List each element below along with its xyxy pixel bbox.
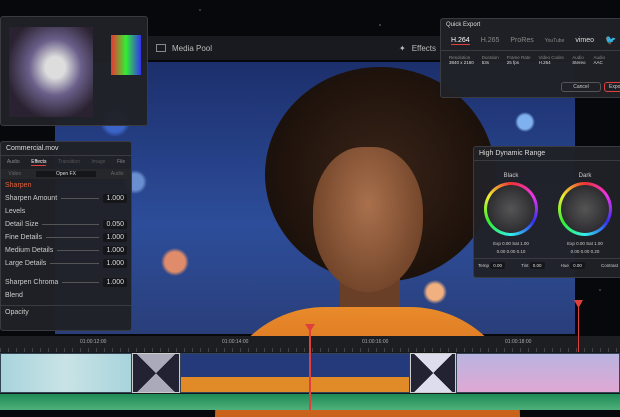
- quick-export-title: Quick Export: [446, 22, 481, 28]
- timecode: 01:00:14:00: [222, 339, 249, 345]
- tab-vimeo[interactable]: vimeo: [575, 37, 594, 44]
- hue-field[interactable]: Hue 0.00: [561, 262, 585, 269]
- field-duration: Duration 53s: [481, 55, 499, 65]
- video-clip[interactable]: [456, 353, 620, 393]
- field-audio: Audio Stereo: [572, 55, 586, 65]
- param-large-details: Large Details 1.000: [1, 257, 131, 270]
- temp-field[interactable]: Temp 0.00: [478, 262, 506, 269]
- tab-youtube[interactable]: YouTube: [545, 38, 565, 44]
- section-opacity[interactable]: Opacity: [1, 305, 131, 318]
- param-blend: Blend: [5, 292, 23, 299]
- subtab-video[interactable]: Video: [8, 171, 21, 177]
- param-sharpen-chroma: Sharpen Chroma 1.000: [1, 276, 131, 289]
- quick-export-panel: Quick Export H.264 H.265 ProRes YouTube …: [440, 18, 620, 98]
- hdr-panel: High Dynamic Range Black Exp 0.00 Sat 1.…: [473, 146, 620, 278]
- tab-h264[interactable]: H.264: [451, 37, 470, 45]
- tab-prores[interactable]: ProRes: [510, 37, 533, 44]
- tint-field[interactable]: Tint 0.00: [521, 262, 545, 269]
- media-pool-button[interactable]: Media Pool: [172, 44, 212, 53]
- section-sharpen[interactable]: Sharpen: [1, 179, 131, 192]
- wheel-black: Black Exp 0.00 Sat 1.00 0.00 0.00 0.10: [484, 173, 538, 254]
- clip-title: Commercial.mov: [1, 142, 131, 156]
- field-audio-codec: Audio AAC: [593, 55, 606, 65]
- color-wheel-dark[interactable]: [558, 182, 612, 236]
- video-clip[interactable]: [180, 353, 410, 393]
- tab-h265[interactable]: H.265: [481, 37, 500, 44]
- playhead[interactable]: [309, 326, 311, 410]
- field-resolution: Resolution 3840 x 2160: [449, 55, 474, 65]
- video-clip[interactable]: [0, 353, 132, 393]
- param-sharpen-amount: Sharpen Amount 1.000: [1, 192, 131, 205]
- transition-clip[interactable]: [410, 353, 456, 393]
- transition-clip[interactable]: [132, 353, 180, 393]
- page-toolbar: Media Pool ✦ Effects: [148, 36, 440, 60]
- hdr-title: High Dynamic Range: [474, 147, 620, 161]
- media-pool-icon: [156, 44, 166, 52]
- scopes-panel: [0, 16, 148, 126]
- timecode: 01:00:12:00: [80, 339, 107, 345]
- subtab-openfx[interactable]: Open FX: [35, 171, 96, 177]
- param-levels: Levels: [5, 208, 26, 215]
- timecode: 01:00:16:00: [362, 339, 389, 345]
- export-button[interactable]: Export: [604, 82, 620, 92]
- param-detail-size: Detail Size 0.050: [1, 218, 131, 231]
- effects-button[interactable]: Effects: [412, 44, 436, 53]
- param-fine-details: Fine Details 1.000: [1, 231, 131, 244]
- field-video-codec: Video Codec H.264: [538, 55, 565, 65]
- twitter-icon[interactable]: 🐦: [605, 35, 616, 46]
- tab-file[interactable]: File: [117, 159, 125, 166]
- color-wheel-black[interactable]: [484, 182, 538, 236]
- contrast-field[interactable]: Contrast: [601, 263, 618, 268]
- color-picker[interactable]: [111, 35, 141, 75]
- tab-transition[interactable]: Transition: [58, 159, 80, 166]
- effects-icon: ✦: [398, 43, 406, 53]
- cancel-button[interactable]: Cancel: [561, 82, 601, 92]
- tab-audio[interactable]: Audio: [7, 159, 20, 166]
- field-frame-rate: Frame Rate 25 fps: [506, 55, 531, 65]
- tab-image[interactable]: Image: [92, 159, 106, 166]
- timecode: 01:00:18:00: [505, 339, 532, 345]
- tab-effects[interactable]: Effects: [31, 159, 47, 166]
- subtab-audio[interactable]: Audio: [111, 171, 124, 177]
- vectorscope: [9, 27, 93, 117]
- inspector-panel: Commercial.mov Audio Effects Transition …: [0, 141, 132, 331]
- subject-face: [313, 147, 423, 292]
- param-medium-details: Medium Details 1.000: [1, 244, 131, 257]
- wheel-dark: Dark Exp 0.00 Sat 1.00 0.00 0.00 0.20: [558, 173, 612, 254]
